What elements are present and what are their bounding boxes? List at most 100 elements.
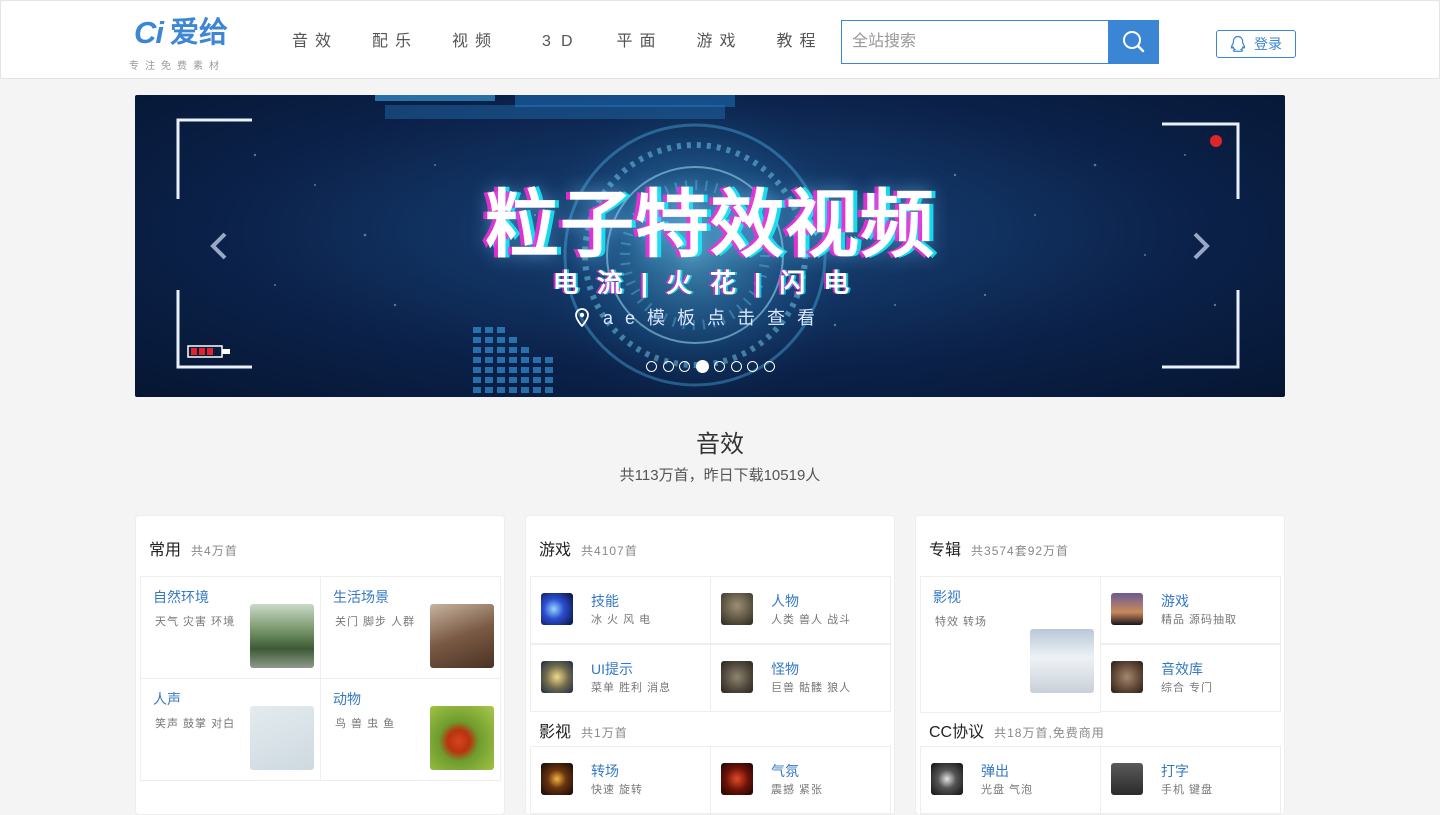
card-header: 游戏 共4107首 <box>539 536 638 560</box>
category-name: 气氛 <box>771 763 799 779</box>
card-title[interactable]: 常用 <box>149 536 181 560</box>
category-name: 人声 <box>153 691 181 707</box>
location-pin-icon <box>575 307 589 327</box>
category-desc: 人类 兽人 战斗 <box>771 614 852 626</box>
carousel-dot[interactable] <box>747 360 758 372</box>
monster-thumbnail <box>721 661 753 693</box>
category-tile[interactable]: 气氛 震撼 紧张 <box>710 746 891 814</box>
carousel-dots <box>646 359 780 373</box>
card-game: 游戏 共4107首 技能 冰 火 风 电 人物 人类 兽人 战斗 UI提示 菜单… <box>525 515 895 815</box>
category-tile[interactable]: 自然环境 天气 灾害 环境 <box>140 576 321 679</box>
category-tile[interactable]: 弹出 光盘 气泡 <box>920 746 1101 814</box>
category-desc: 天气 灾害 环境 <box>155 616 236 628</box>
search-button[interactable] <box>1108 20 1159 64</box>
category-desc: 菜单 胜利 消息 <box>591 682 672 694</box>
category-tile[interactable]: 动物 鸟 兽 虫 鱼 <box>320 678 501 781</box>
nav-item-3d[interactable]: 3D <box>542 31 582 53</box>
nav-item-game[interactable]: 游戏 <box>697 31 743 53</box>
card-header: 专辑 共3574套92万首 <box>929 536 1070 560</box>
carousel-dot-active[interactable] <box>695 359 709 373</box>
category-desc: 冰 火 风 电 <box>591 614 652 626</box>
card-title[interactable]: 游戏 <box>539 536 571 560</box>
category-tile[interactable]: 转场 快速 旋转 <box>530 746 711 814</box>
login-label: 登录 <box>1254 36 1282 52</box>
carousel-dot[interactable] <box>763 360 775 372</box>
section-subtitle: 共113万首，昨日下载10519人 <box>619 467 821 484</box>
nav-item-video[interactable]: 视频 <box>452 31 498 53</box>
card-album: 专辑 共3574套92万首 影视 特效 转场 游戏 精品 源码抽取 音效库 综合… <box>915 515 1285 815</box>
category-name: 音效库 <box>1161 661 1203 677</box>
login-button[interactable]: 登录 <box>1216 30 1296 58</box>
category-tile[interactable]: 游戏 精品 源码抽取 <box>1100 576 1281 644</box>
nav-item-tutorial[interactable]: 教程 <box>777 31 823 53</box>
popup-thumbnail <box>931 763 963 795</box>
ladybug-thumbnail <box>430 706 494 770</box>
logo-name: 爱给 <box>170 17 229 49</box>
carousel-dot[interactable] <box>679 360 690 372</box>
footsteps-thumbnail <box>430 604 494 668</box>
site-logo[interactable]: Ci 爱给 专注免费素材 <box>129 15 244 75</box>
category-name: 转场 <box>591 763 619 779</box>
carousel-dot[interactable] <box>714 360 725 372</box>
category-tile[interactable]: 人物 人类 兽人 战斗 <box>710 576 891 644</box>
card-subtitle[interactable]: 影视 <box>539 718 571 742</box>
category-tile[interactable]: 技能 冰 火 风 电 <box>530 576 711 644</box>
category-name: 游戏 <box>1161 593 1189 609</box>
search-input[interactable] <box>842 21 1109 63</box>
category-desc: 鸟 兽 虫 鱼 <box>335 718 396 730</box>
category-name: 自然环境 <box>153 589 209 605</box>
category-name: 动物 <box>333 691 361 707</box>
skill-thumbnail <box>541 593 573 625</box>
category-name: UI提示 <box>591 661 633 677</box>
carousel-prev-arrow-icon[interactable] <box>207 231 231 261</box>
game-album-thumbnail <box>1111 593 1143 625</box>
category-tile[interactable]: UI提示 菜单 胜利 消息 <box>530 644 711 712</box>
film-thumbnail <box>1030 629 1094 693</box>
card-count: 共4107首 <box>581 544 638 558</box>
logo-mark: Ci <box>134 15 164 50</box>
nav-item-sound[interactable]: 音效 <box>292 31 338 53</box>
card-count: 共4万首 <box>191 544 238 558</box>
card-header: 常用 共4万首 <box>149 536 238 560</box>
card-subtitle[interactable]: CC协议 <box>929 718 984 742</box>
category-desc: 手机 键盘 <box>1161 784 1214 796</box>
qq-penguin-icon <box>1230 35 1246 52</box>
category-tile[interactable]: 影视 特效 转场 <box>920 576 1101 713</box>
site-header: Ci 爱给 专注免费素材 音效 配乐 视频 3D 平面 游戏 教程 登录 <box>0 0 1440 79</box>
category-desc: 巨兽 骷髅 狼人 <box>771 682 852 694</box>
typing-thumbnail <box>1111 763 1143 795</box>
ui-thumbnail <box>541 661 573 693</box>
section-title: 音效 <box>696 431 744 458</box>
carousel-dot[interactable] <box>646 360 657 372</box>
voice-thumbnail <box>250 706 314 770</box>
carousel-dot[interactable] <box>730 360 742 372</box>
category-name: 人物 <box>771 593 799 609</box>
category-tile[interactable]: 打字 手机 键盘 <box>1100 746 1281 814</box>
card-subheader: CC协议 共18万首,免费商用 <box>929 718 1105 742</box>
carousel-dot[interactable] <box>662 360 674 372</box>
category-desc: 快速 旋转 <box>591 784 644 796</box>
category-desc: 震撼 紧张 <box>771 784 824 796</box>
atmosphere-thumbnail <box>721 763 753 795</box>
carousel-next-arrow-icon[interactable] <box>1189 231 1213 261</box>
category-tile[interactable]: 音效库 综合 专门 <box>1100 644 1281 712</box>
banner-subtitle: 电流|火花|闪电 <box>552 268 868 298</box>
category-tile[interactable]: 生活场景 关门 脚步 人群 <box>320 576 501 679</box>
category-tile[interactable]: 怪物 巨兽 骷髅 狼人 <box>710 644 891 712</box>
category-name: 技能 <box>591 593 619 609</box>
category-desc: 光盘 气泡 <box>981 784 1034 796</box>
nav-item-graphic[interactable]: 平面 <box>617 31 663 53</box>
card-count: 共3574套92万首 <box>971 544 1070 558</box>
category-name: 影视 <box>933 589 961 605</box>
nav-item-music[interactable]: 配乐 <box>372 31 418 53</box>
banner-carousel[interactable]: 粒子特效视频 电流|火花|闪电 ae模板点击查看 <box>135 95 1285 397</box>
character-thumbnail <box>721 593 753 625</box>
banner-cta[interactable]: ae模板点击查看 <box>575 305 827 329</box>
search-box <box>841 20 1159 64</box>
card-title[interactable]: 专辑 <box>929 536 961 560</box>
card-subheader: 影视 共1万首 <box>539 718 628 742</box>
category-name: 弹出 <box>981 763 1009 779</box>
category-tile[interactable]: 人声 笑声 鼓掌 对白 <box>140 678 321 781</box>
category-name: 打字 <box>1161 763 1189 779</box>
card-subcount: 共1万首 <box>581 726 628 740</box>
